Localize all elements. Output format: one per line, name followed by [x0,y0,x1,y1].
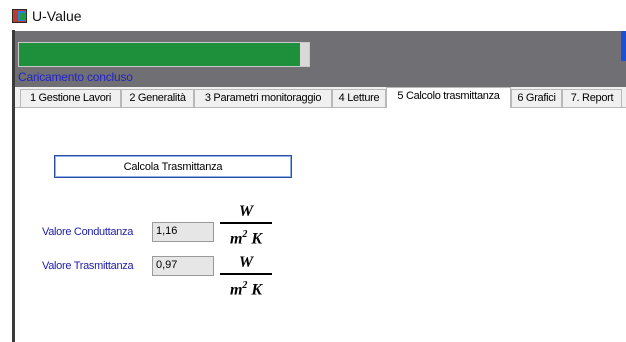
tab-strip: 1 Gestione Lavori 2 Generalità 3 Paramet… [15,87,626,108]
tab-calcolo-trasmittanza[interactable]: 5 Calcolo trasmittanza [386,87,511,108]
tab-parametri-monitoraggio[interactable]: 3 Parametri monitoraggio [194,89,332,107]
app-window-icon [12,9,27,23]
progress-fill [19,43,301,66]
tab-report[interactable]: 7. Report [562,89,622,107]
window-title: U-Value [32,8,82,24]
calcola-trasmittanza-button[interactable]: Calcola Trasmittanza [54,155,292,178]
loading-progress-bar [18,42,310,67]
tab-grafici[interactable]: 6 Grafici [511,89,562,107]
header-accent [621,31,626,61]
unit-denominator: m2 K [229,229,263,248]
tab-letture[interactable]: 4 Letture [332,89,386,107]
tab-content-panel [15,107,626,342]
status-label: Caricamento concluso [18,70,133,84]
transmittance-value-field[interactable]: 0,97 [152,256,214,276]
fraction-bar [220,273,272,275]
title-bar: U-Value [0,0,626,30]
transmittance-label: Valore Trasmittanza [42,260,134,272]
fraction-bar [220,222,272,224]
tab-gestione-lavori[interactable]: 1 Gestione Lavori [20,89,121,107]
transmittance-unit: W m2 K [220,254,272,299]
conductance-value-field[interactable]: 1,16 [152,222,214,242]
unit-denominator: m2 K [229,280,263,299]
conductance-label: Valore Conduttanza [42,226,134,238]
conductance-unit: W m2 K [220,203,272,248]
unit-numerator: W [238,254,254,271]
tab-generalita[interactable]: 2 Generalità [121,89,194,107]
unit-numerator: W [238,203,254,220]
